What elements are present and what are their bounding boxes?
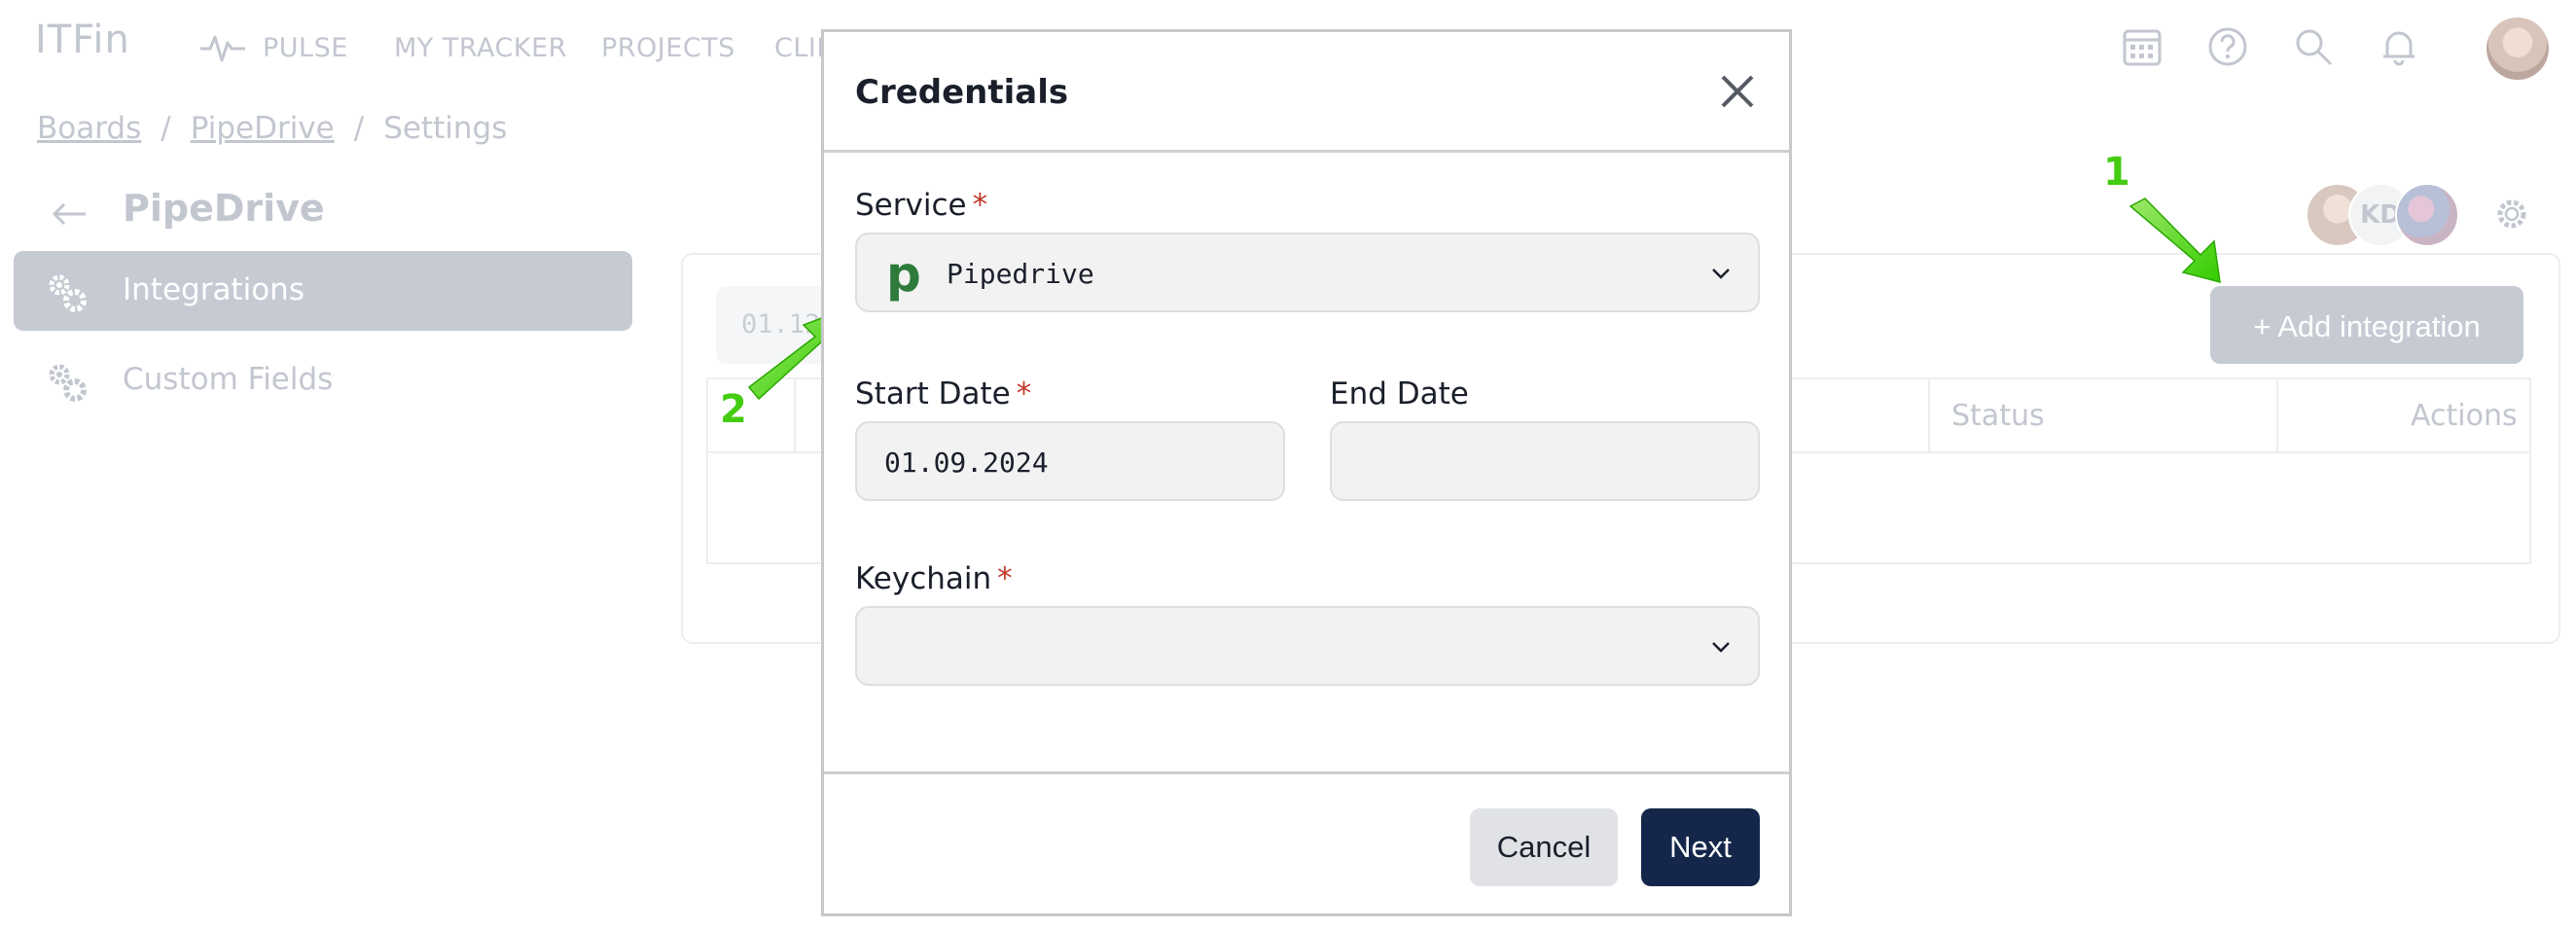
- required-marker: *: [1016, 376, 1032, 411]
- help-icon[interactable]: [2206, 25, 2249, 68]
- add-integration-button[interactable]: + Add integration: [2210, 286, 2523, 364]
- start-date-input[interactable]: 01.09.2024: [855, 421, 1285, 501]
- chevron-down-icon: [1712, 642, 1730, 653]
- cancel-button[interactable]: Cancel: [1470, 808, 1618, 886]
- modal-footer-divider: [824, 771, 1789, 774]
- close-button[interactable]: [1713, 67, 1762, 116]
- column-divider: [1928, 379, 1930, 451]
- chevron-down-icon: [1712, 268, 1730, 279]
- board-title: PipeDrive: [123, 187, 325, 230]
- column-divider: [794, 379, 796, 451]
- column-divider: [2276, 379, 2278, 451]
- column-header-status[interactable]: Status: [1951, 399, 2045, 433]
- back-arrow-icon[interactable]: [51, 195, 89, 233]
- search-icon[interactable]: [2292, 25, 2335, 68]
- nav-projects[interactable]: PROJECTS: [601, 33, 735, 63]
- annotation-1: 1: [2103, 150, 2130, 195]
- service-select[interactable]: p Pipedrive: [855, 232, 1760, 312]
- keychain-label: Keychain *: [855, 561, 1013, 596]
- end-date-input[interactable]: [1330, 421, 1760, 501]
- sidebar-item-custom-fields[interactable]: Custom Fields: [14, 340, 632, 420]
- sidebar-item-label: Integrations: [123, 272, 304, 307]
- nav-pulse[interactable]: PULSE: [263, 33, 348, 63]
- modal-title: Credentials: [855, 73, 1069, 112]
- pulse-icon: [200, 35, 245, 62]
- member-avatars[interactable]: KD: [2306, 183, 2461, 247]
- keychain-select[interactable]: [855, 606, 1760, 686]
- end-date-label: End Date: [1330, 376, 1469, 411]
- start-date-label: Start Date *: [855, 376, 1032, 411]
- pipedrive-logo-icon: p: [886, 246, 921, 303]
- start-date-value: 01.09.2024: [884, 447, 1049, 479]
- service-label: Service *: [855, 188, 988, 223]
- required-marker: *: [997, 561, 1013, 596]
- gears-icon: [49, 364, 87, 402]
- calendar-icon[interactable]: [2121, 25, 2164, 68]
- service-value: Pipedrive: [947, 258, 1094, 290]
- close-icon: [1721, 75, 1754, 108]
- breadcrumb-pipedrive[interactable]: PipeDrive: [191, 111, 335, 146]
- nav-my-tracker[interactable]: MY TRACKER: [394, 33, 567, 63]
- modal-header: Credentials: [824, 32, 1789, 153]
- bell-icon[interactable]: [2378, 25, 2420, 68]
- gears-icon: [49, 274, 87, 312]
- sidebar-item-label: Custom Fields: [123, 362, 334, 397]
- breadcrumb-boards[interactable]: Boards: [37, 111, 141, 146]
- column-header-actions: Actions: [2411, 399, 2518, 433]
- user-avatar[interactable]: [2487, 18, 2549, 80]
- annotation-2: 2: [720, 387, 747, 432]
- sidebar-item-integrations[interactable]: Integrations: [14, 251, 632, 331]
- avatar: [2395, 183, 2459, 247]
- breadcrumb-settings: Settings: [383, 111, 508, 146]
- credentials-modal: Credentials Service * p Pipedrive Start D…: [821, 29, 1792, 916]
- breadcrumb: Boards / PipeDrive / Settings: [37, 111, 508, 146]
- required-marker: *: [972, 188, 988, 223]
- app-logo[interactable]: ITFin: [35, 18, 130, 62]
- next-button[interactable]: Next: [1641, 808, 1760, 886]
- gear-icon[interactable]: [2492, 195, 2531, 233]
